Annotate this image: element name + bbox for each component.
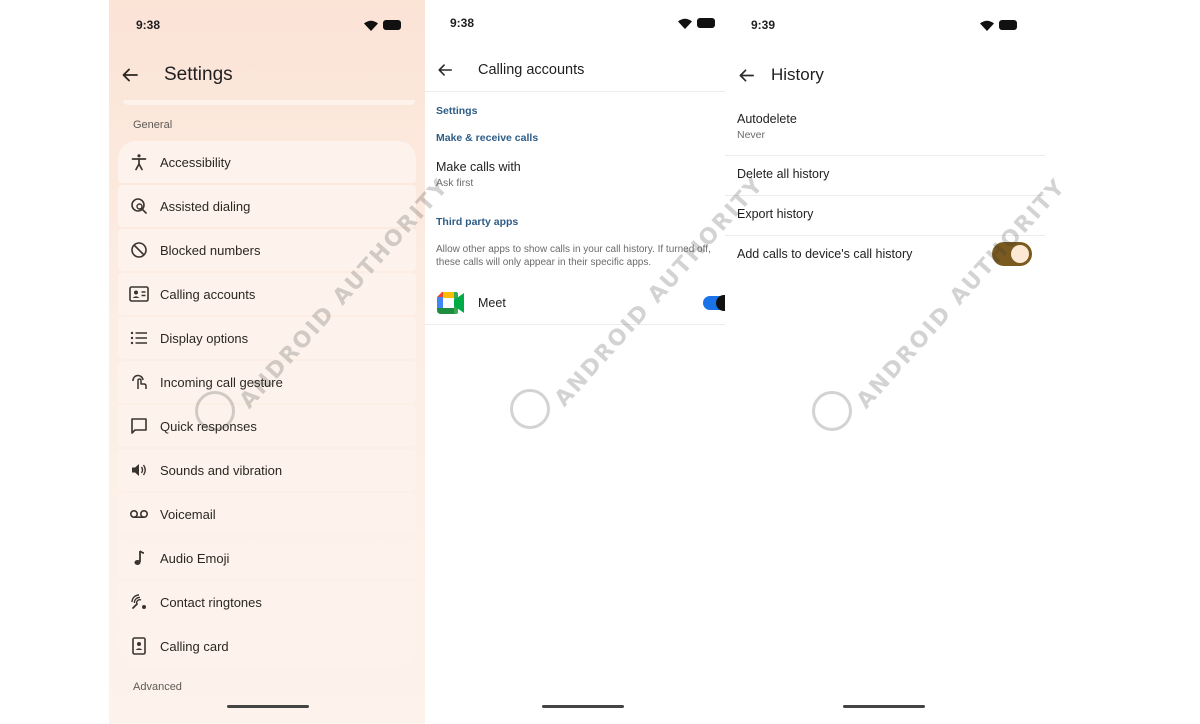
voicemail-icon xyxy=(129,504,149,524)
make-calls-with-item[interactable]: Make calls with Ask first xyxy=(425,152,725,196)
status-time: 9:39 xyxy=(751,18,776,32)
divider xyxy=(425,324,725,325)
settings-item-contact-ringtones[interactable]: Contact ringtones xyxy=(118,581,416,623)
settings-item-calling-accounts[interactable]: Calling accounts xyxy=(118,273,416,315)
settings-item-label: Calling accounts xyxy=(160,286,256,302)
autodelete-title: Autodelete xyxy=(737,112,797,126)
settings-item-label: Blocked numbers xyxy=(160,242,261,258)
autodelete-item[interactable]: Autodelete Never xyxy=(725,104,1045,154)
chat-bubble-icon xyxy=(129,416,149,436)
back-arrow-icon[interactable] xyxy=(433,58,457,82)
add-calls-to-history-item[interactable]: Add calls to device's call history xyxy=(725,236,1045,274)
settings-item-sounds-and-vibration[interactable]: Sounds and vibration xyxy=(118,449,416,491)
status-time: 9:38 xyxy=(136,18,161,32)
app-bar: History xyxy=(725,61,1045,89)
section-header-make-receive-calls: Make & receive calls xyxy=(436,132,539,144)
gesture-icon xyxy=(129,372,149,392)
section-header-third-party-apps: Third party apps xyxy=(436,216,519,228)
settings-item-incoming-call-gesture[interactable]: Incoming call gesture xyxy=(118,361,416,403)
home-indicator[interactable] xyxy=(542,705,624,708)
calling-card-icon xyxy=(129,636,149,656)
settings-item-blocked-numbers[interactable]: Blocked numbers xyxy=(118,229,416,271)
music-note-icon xyxy=(129,548,149,568)
section-label-advanced: Advanced xyxy=(133,681,182,693)
status-bar: 9:38 xyxy=(109,15,425,35)
add-calls-toggle[interactable] xyxy=(992,242,1032,266)
make-calls-with-title: Make calls with xyxy=(436,160,521,174)
settings-item-label: Voicemail xyxy=(160,506,216,522)
wifi-icon xyxy=(364,20,378,31)
delete-all-history-label: Delete all history xyxy=(737,167,830,181)
page-title: Settings xyxy=(164,64,233,85)
settings-item-audio-emoji[interactable]: Audio Emoji xyxy=(118,537,416,579)
delete-all-history-item[interactable]: Delete all history xyxy=(725,156,1045,194)
toggle-thumb xyxy=(1011,245,1029,263)
export-history-label: Export history xyxy=(737,207,814,221)
settings-item-quick-responses[interactable]: Quick responses xyxy=(118,405,416,447)
third-party-description: Allow other apps to show calls in your c… xyxy=(436,244,711,268)
battery-icon xyxy=(999,20,1017,30)
settings-item-label: Calling card xyxy=(160,638,229,654)
section-header-settings: Settings xyxy=(436,105,478,117)
make-calls-with-value: Ask first xyxy=(436,177,474,189)
block-icon xyxy=(129,240,149,260)
settings-item-calling-card[interactable]: Calling card xyxy=(118,625,416,667)
meet-label: Meet xyxy=(478,296,506,310)
settings-item-label: Display options xyxy=(160,330,249,346)
google-meet-icon xyxy=(437,292,464,314)
settings-item-label: Incoming call gesture xyxy=(160,374,283,390)
autodelete-value: Never xyxy=(737,129,766,141)
add-calls-label: Add calls to device's call history xyxy=(737,247,913,261)
app-bar: Calling accounts xyxy=(425,56,725,84)
export-history-item[interactable]: Export history xyxy=(725,196,1045,234)
app-bar: Settings xyxy=(109,60,425,90)
card-edge xyxy=(123,100,415,105)
history-screen: 9:39 History Autodelete Never Delete all… xyxy=(725,0,1045,724)
status-time: 9:38 xyxy=(450,16,475,30)
list-icon xyxy=(129,328,149,348)
home-indicator[interactable] xyxy=(843,705,925,708)
settings-item-label: Sounds and vibration xyxy=(160,462,283,478)
settings-item-assisted-dialing[interactable]: Assisted dialing xyxy=(118,185,416,227)
settings-item-label: Quick responses xyxy=(160,418,257,434)
volume-icon xyxy=(129,460,149,480)
accessibility-icon xyxy=(129,152,149,172)
settings-item-accessibility[interactable]: Accessibility xyxy=(118,141,416,183)
wifi-icon xyxy=(678,18,692,29)
settings-item-label: Contact ringtones xyxy=(160,594,262,610)
settings-item-label: Assisted dialing xyxy=(160,198,251,214)
page-title: History xyxy=(771,65,824,84)
meet-app-item[interactable]: Meet xyxy=(425,282,725,324)
assisted-dialing-icon xyxy=(129,196,149,216)
meet-toggle[interactable] xyxy=(703,295,725,311)
home-indicator[interactable] xyxy=(227,705,309,708)
settings-item-label: Accessibility xyxy=(160,154,231,170)
divider xyxy=(425,91,725,92)
toggle-thumb xyxy=(716,295,725,311)
battery-icon xyxy=(383,20,401,30)
battery-icon xyxy=(697,18,715,28)
wifi-icon xyxy=(980,20,994,31)
settings-screen: 9:38 Settings General Accessibility Assi… xyxy=(109,0,425,724)
ringtone-icon xyxy=(129,592,149,612)
settings-item-voicemail[interactable]: Voicemail xyxy=(118,493,416,535)
settings-item-display-options[interactable]: Display options xyxy=(118,317,416,359)
section-label-general: General xyxy=(133,119,173,131)
settings-item-label: Audio Emoji xyxy=(160,550,230,566)
back-arrow-icon[interactable] xyxy=(118,63,142,87)
contact-card-icon xyxy=(129,284,149,304)
page-title: Calling accounts xyxy=(478,62,585,78)
status-bar: 9:38 xyxy=(425,13,725,33)
back-arrow-icon[interactable] xyxy=(734,63,758,87)
calling-accounts-screen: 9:38 Calling accounts Settings Make & re… xyxy=(425,0,725,724)
status-bar: 9:39 xyxy=(725,15,1045,35)
